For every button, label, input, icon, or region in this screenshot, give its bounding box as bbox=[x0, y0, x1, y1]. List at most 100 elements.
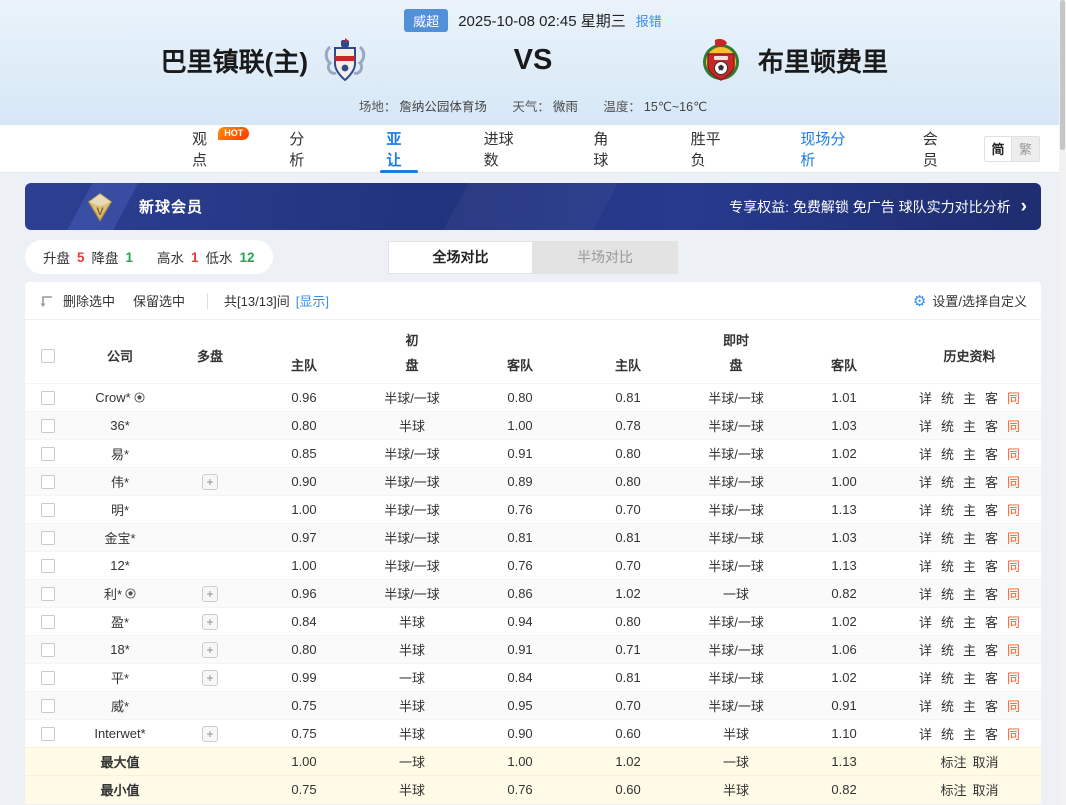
history-link[interactable]: 客 bbox=[985, 528, 998, 547]
tab-corners[interactable]: 角球 bbox=[587, 125, 624, 173]
history-link[interactable]: 主 bbox=[963, 444, 976, 463]
tab-viewpoint[interactable]: 观点 HOT bbox=[186, 125, 223, 173]
history-link[interactable]: 主 bbox=[963, 724, 976, 743]
history-link[interactable]: 统 bbox=[941, 724, 954, 743]
history-link[interactable]: 统 bbox=[941, 668, 954, 687]
history-link[interactable]: 同 bbox=[1007, 416, 1020, 435]
company-name[interactable]: 明* bbox=[111, 500, 129, 519]
expand-multi-button[interactable]: + bbox=[202, 642, 218, 658]
report-error-link[interactable]: 报错 bbox=[636, 11, 662, 30]
keep-selected-button[interactable]: 保留选中 bbox=[133, 291, 185, 310]
history-link[interactable]: 详 bbox=[919, 640, 932, 659]
history-link[interactable]: 客 bbox=[985, 500, 998, 519]
full-match-toggle[interactable]: 全场对比 bbox=[388, 241, 533, 274]
history-link[interactable]: 统 bbox=[941, 472, 954, 491]
cancel-link[interactable]: 取消 bbox=[973, 780, 999, 799]
cancel-link[interactable]: 取消 bbox=[973, 752, 999, 771]
tab-asian-handicap[interactable]: 亚让 bbox=[380, 125, 417, 173]
mark-link[interactable]: 标注 bbox=[941, 752, 967, 771]
history-link[interactable]: 主 bbox=[963, 696, 976, 715]
history-link[interactable]: 主 bbox=[963, 416, 976, 435]
expand-multi-button[interactable]: + bbox=[202, 726, 218, 742]
row-checkbox[interactable] bbox=[41, 587, 55, 601]
history-link[interactable]: 客 bbox=[985, 612, 998, 631]
company-name[interactable]: 易* bbox=[111, 444, 129, 463]
history-link[interactable]: 同 bbox=[1007, 500, 1020, 519]
row-checkbox[interactable] bbox=[41, 475, 55, 489]
history-link[interactable]: 客 bbox=[985, 724, 998, 743]
history-link[interactable]: 同 bbox=[1007, 444, 1020, 463]
row-checkbox[interactable] bbox=[41, 699, 55, 713]
history-link[interactable]: 详 bbox=[919, 528, 932, 547]
history-link[interactable]: 同 bbox=[1007, 668, 1020, 687]
company-name[interactable]: Interwet* bbox=[94, 726, 145, 741]
company-name[interactable]: 12* bbox=[110, 558, 130, 573]
select-all-checkbox[interactable] bbox=[41, 349, 55, 363]
history-link[interactable]: 详 bbox=[919, 584, 932, 603]
tab-membership[interactable]: 会员 bbox=[917, 125, 954, 173]
tab-goals[interactable]: 进球数 bbox=[478, 125, 528, 173]
history-link[interactable]: 详 bbox=[919, 696, 932, 715]
history-link[interactable]: 详 bbox=[919, 472, 932, 491]
history-link[interactable]: 统 bbox=[941, 388, 954, 407]
company-name[interactable]: 平* bbox=[111, 668, 129, 687]
history-link[interactable]: 主 bbox=[963, 584, 976, 603]
history-link[interactable]: 客 bbox=[985, 444, 998, 463]
row-checkbox[interactable] bbox=[41, 531, 55, 545]
history-link[interactable]: 客 bbox=[985, 416, 998, 435]
company-name[interactable]: Crow* bbox=[95, 390, 144, 405]
show-link[interactable]: [显示] bbox=[296, 291, 329, 310]
history-link[interactable]: 统 bbox=[941, 640, 954, 659]
history-link[interactable]: 详 bbox=[919, 500, 932, 519]
delete-selected-button[interactable]: 删除选中 bbox=[63, 291, 115, 310]
history-link[interactable]: 客 bbox=[985, 472, 998, 491]
history-link[interactable]: 客 bbox=[985, 556, 998, 575]
expand-multi-button[interactable]: + bbox=[202, 614, 218, 630]
history-link[interactable]: 同 bbox=[1007, 388, 1020, 407]
history-link[interactable]: 详 bbox=[919, 388, 932, 407]
company-name[interactable]: 伟* bbox=[111, 472, 129, 491]
history-link[interactable]: 同 bbox=[1007, 640, 1020, 659]
history-link[interactable]: 主 bbox=[963, 612, 976, 631]
history-link[interactable]: 详 bbox=[919, 556, 932, 575]
history-link[interactable]: 统 bbox=[941, 584, 954, 603]
row-checkbox[interactable] bbox=[41, 559, 55, 573]
history-link[interactable]: 统 bbox=[941, 500, 954, 519]
scrollbar-thumb[interactable] bbox=[1060, 0, 1065, 150]
history-link[interactable]: 主 bbox=[963, 500, 976, 519]
history-link[interactable]: 详 bbox=[919, 668, 932, 687]
history-link[interactable]: 同 bbox=[1007, 724, 1020, 743]
company-name[interactable]: 金宝* bbox=[104, 528, 135, 547]
company-name[interactable]: 18* bbox=[110, 642, 130, 657]
expand-multi-button[interactable]: + bbox=[202, 670, 218, 686]
history-link[interactable]: 统 bbox=[941, 444, 954, 463]
history-link[interactable]: 同 bbox=[1007, 528, 1020, 547]
company-name[interactable]: 利* bbox=[104, 584, 136, 603]
history-link[interactable]: 统 bbox=[941, 556, 954, 575]
row-checkbox[interactable] bbox=[41, 447, 55, 461]
history-link[interactable]: 主 bbox=[963, 640, 976, 659]
history-link[interactable]: 统 bbox=[941, 528, 954, 547]
company-name[interactable]: 威* bbox=[111, 696, 129, 715]
history-link[interactable]: 详 bbox=[919, 444, 932, 463]
row-checkbox[interactable] bbox=[41, 727, 55, 741]
expand-multi-button[interactable]: + bbox=[202, 586, 218, 602]
history-link[interactable]: 客 bbox=[985, 696, 998, 715]
row-checkbox[interactable] bbox=[41, 391, 55, 405]
row-checkbox[interactable] bbox=[41, 615, 55, 629]
row-checkbox[interactable] bbox=[41, 503, 55, 517]
row-checkbox[interactable] bbox=[41, 671, 55, 685]
company-name[interactable]: 36* bbox=[110, 418, 130, 433]
history-link[interactable]: 客 bbox=[985, 388, 998, 407]
tab-live-analysis[interactable]: 现场分析 bbox=[794, 125, 856, 173]
row-checkbox[interactable] bbox=[41, 643, 55, 657]
scrollbar[interactable] bbox=[1059, 0, 1066, 805]
lang-traditional-button[interactable]: 繁 bbox=[1012, 136, 1040, 162]
history-link[interactable]: 详 bbox=[919, 416, 932, 435]
tab-analysis[interactable]: 分析 bbox=[283, 125, 320, 173]
half-match-toggle[interactable]: 半场对比 bbox=[533, 241, 678, 274]
history-link[interactable]: 同 bbox=[1007, 696, 1020, 715]
company-name[interactable]: 盈* bbox=[111, 612, 129, 631]
settings-button[interactable]: ⚙ 设置/选择自定义 bbox=[913, 291, 1027, 310]
history-link[interactable]: 统 bbox=[941, 416, 954, 435]
